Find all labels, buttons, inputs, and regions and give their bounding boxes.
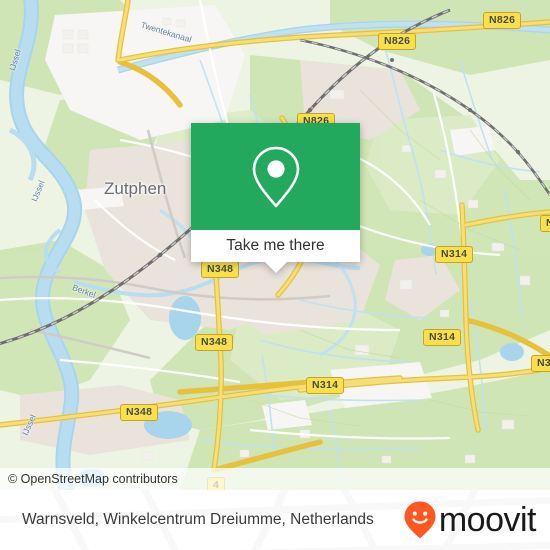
destination-popup[interactable]: Take me there xyxy=(191,123,360,273)
map-pin-icon xyxy=(252,146,299,207)
road-shield[interactable]: N314 xyxy=(306,377,345,395)
footer-content: Warnsveld, Winkelcentrum Dreiumme, Nethe… xyxy=(0,490,550,550)
road-shield[interactable]: N348 xyxy=(120,404,159,422)
moovit-brand[interactable]: moovit xyxy=(403,500,537,540)
road-shield[interactable]: N xyxy=(540,215,550,233)
road-shield[interactable]: N826 xyxy=(378,33,417,51)
take-me-there-label: Take me there xyxy=(226,237,325,254)
moovit-wordmark: moovit xyxy=(438,501,537,539)
map-attribution: © OpenStreetMap contributors xyxy=(0,468,550,490)
map-place-label-zutphen: Zutphen xyxy=(104,179,167,198)
popup-tail-icon xyxy=(264,262,287,273)
moovit-smiley-pin-icon xyxy=(404,501,436,539)
road-shield[interactable]: N3 xyxy=(531,355,550,373)
road-shield[interactable]: N826 xyxy=(483,12,522,30)
map-screenshot-root: Zutphen IJssel IJssel IJssel Twentekanaa… xyxy=(0,0,550,550)
road-shield[interactable]: N348 xyxy=(201,261,240,279)
footer-bar: Warnsveld, Winkelcentrum Dreiumme, Nethe… xyxy=(0,490,550,550)
popup-icon-panel xyxy=(191,123,360,230)
attribution-text: © OpenStreetMap contributors xyxy=(8,472,178,486)
location-title: Warnsveld, Winkelcentrum Dreiumme, Nethe… xyxy=(22,511,374,528)
popup-action-panel[interactable]: Take me there xyxy=(191,230,360,273)
road-shield[interactable]: N314 xyxy=(423,329,462,347)
road-shield[interactable]: N348 xyxy=(195,334,234,352)
road-shield[interactable]: N314 xyxy=(435,246,474,264)
